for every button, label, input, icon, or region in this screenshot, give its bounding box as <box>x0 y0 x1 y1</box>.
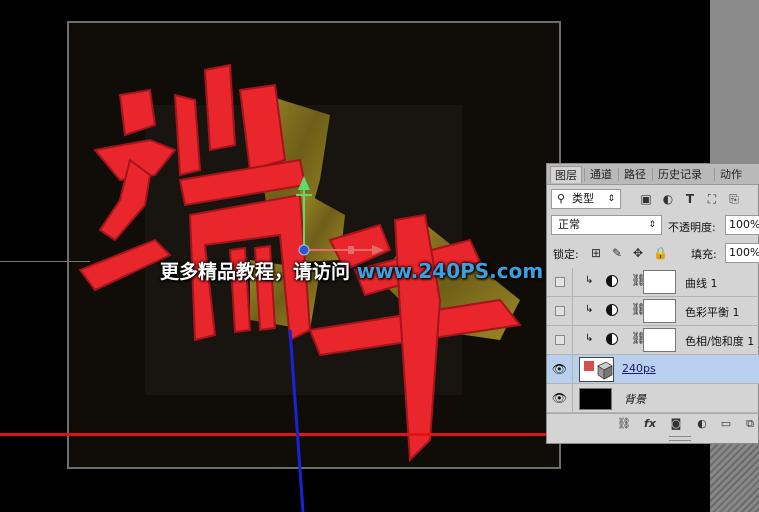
blend-mode-select[interactable]: 正常 ⇕ <box>551 215 662 235</box>
background-thumbnail[interactable] <box>579 388 612 410</box>
visibility-toggle[interactable]: 👁 <box>547 355 573 383</box>
new-layer-icon[interactable]: ⧉ <box>743 417 757 431</box>
layers-panel: 图层 通道 路径 历史记录 动作 ⚲ 类型 ⇕ ▣ ◐ T ⛶ ⎘ 正常 ⇕ 不… <box>546 163 759 444</box>
layer-row-background[interactable]: 👁 背景 <box>547 384 759 413</box>
layers-panel-footer: ⛓ fx ◙ ◐ ▭ ⧉ <box>547 413 759 436</box>
shape-layer-filter-icon[interactable]: ⛶ <box>705 192 719 206</box>
new-group-folder-icon[interactable]: ▭ <box>719 417 733 431</box>
spinner-arrows-icon: ⇕ <box>648 220 656 230</box>
filter-label: 类型 <box>572 192 594 205</box>
clipping-arrow-icon: ↳ <box>585 304 594 315</box>
layer-mask-thumbnail[interactable] <box>643 328 676 352</box>
layer-mask-thumbnail[interactable] <box>643 270 676 294</box>
blend-mode-value: 正常 <box>558 218 580 231</box>
layer-filter-select[interactable]: ⚲ 类型 ⇕ <box>551 189 621 209</box>
watermark-prefix: 更多精品教程，请访问 <box>160 261 357 283</box>
adjustment-layer-icon <box>606 304 618 316</box>
layer-row-curves[interactable]: ↳ ⛓ 曲线 1 <box>547 268 759 297</box>
visibility-toggle[interactable] <box>547 326 573 354</box>
visibility-box-icon <box>555 306 565 316</box>
layer-row-hue-saturation[interactable]: ↳ ⛓ 色相/饱和度 1 <box>547 326 759 355</box>
axis-origin-handle[interactable] <box>298 244 310 256</box>
layer-name[interactable]: 色彩平衡 1 <box>685 304 740 320</box>
eye-icon: 👁 <box>551 391 568 405</box>
adjustment-layer-filter-icon[interactable]: ◐ <box>661 192 675 206</box>
search-icon: ⚲ <box>557 192 566 205</box>
clipping-arrow-icon: ↳ <box>585 275 594 286</box>
3d-cube-icon <box>584 361 613 380</box>
visibility-toggle[interactable]: 👁 <box>547 384 573 412</box>
adjustment-icon[interactable]: ◐ <box>695 417 709 431</box>
fill-input[interactable]: 100% <box>725 243 759 263</box>
layer-name[interactable]: 色相/饱和度 1 <box>685 333 754 349</box>
tab-divider <box>714 168 715 181</box>
layer-mask-thumbnail[interactable] <box>643 299 676 323</box>
visibility-box-icon <box>555 277 565 287</box>
smart-object-filter-icon[interactable]: ⎘ <box>727 192 741 206</box>
visibility-toggle[interactable] <box>547 297 573 325</box>
spinner-arrows-icon: ⇕ <box>607 194 615 204</box>
panel-resize-grip[interactable] <box>669 436 691 441</box>
tab-layers[interactable]: 图层 <box>550 166 582 183</box>
opacity-input[interactable]: 100% <box>725 215 759 235</box>
lock-image-brush-icon[interactable]: ✎ <box>610 246 624 260</box>
tab-paths[interactable]: 路径 <box>620 166 650 183</box>
lock-label: 锁定: <box>553 248 579 261</box>
tab-channels[interactable]: 通道 <box>586 166 616 183</box>
lock-position-move-icon[interactable]: ✥ <box>631 246 645 260</box>
link-layers-icon[interactable]: ⛓ <box>617 417 631 431</box>
tab-history[interactable]: 历史记录 <box>654 166 706 183</box>
x-axis-arrow-icon[interactable] <box>372 245 384 255</box>
watermark-url: www.240PS.com <box>356 259 544 283</box>
z-axis-line <box>288 329 305 512</box>
y-axis-arrow-icon[interactable] <box>298 176 310 190</box>
tab-divider <box>618 168 619 181</box>
layer-row-color-balance[interactable]: ↳ ⛓ 色彩平衡 1 <box>547 297 759 326</box>
watermark-text: 更多精品教程，请访问 www.240PS.com <box>160 257 543 284</box>
eye-icon: 👁 <box>551 362 568 376</box>
layers-list: ↳ ⛓ 曲线 1 ↳ ⛓ 色彩平衡 1 ↳ ⛓ 色相/饱和度 1 👁 240ps… <box>547 268 759 413</box>
pixel-layer-filter-icon[interactable]: ▣ <box>639 192 653 206</box>
fill-label: 填充: <box>691 248 717 261</box>
adjustment-layer-icon <box>606 275 618 287</box>
layer-name[interactable]: 240ps <box>622 362 656 375</box>
add-mask-icon[interactable]: ◙ <box>669 417 683 431</box>
clipping-arrow-icon: ↳ <box>585 333 594 344</box>
layer-name[interactable]: 曲线 1 <box>685 275 718 291</box>
opacity-label: 不透明度: <box>668 221 716 234</box>
fx-icon[interactable]: fx <box>643 417 657 431</box>
visibility-toggle[interactable] <box>547 268 573 296</box>
type-layer-filter-icon[interactable]: T <box>683 192 697 206</box>
lock-transparency-icon[interactable]: ⊞ <box>589 246 603 260</box>
tab-divider <box>652 168 653 181</box>
lock-all-icon[interactable]: 🔒 <box>653 246 668 260</box>
layer-row-240ps[interactable]: 👁 240ps <box>547 355 759 384</box>
x-scale-handle[interactable] <box>348 246 354 254</box>
tab-divider <box>584 168 585 181</box>
panel-tab-bar: 图层 通道 路径 历史记录 动作 <box>547 164 759 185</box>
layer-name[interactable]: 背景 <box>624 391 646 407</box>
tab-actions[interactable]: 动作 <box>716 166 746 183</box>
3d-layer-thumbnail[interactable] <box>579 357 614 382</box>
adjustment-layer-icon <box>606 333 618 345</box>
visibility-box-icon <box>555 335 565 345</box>
